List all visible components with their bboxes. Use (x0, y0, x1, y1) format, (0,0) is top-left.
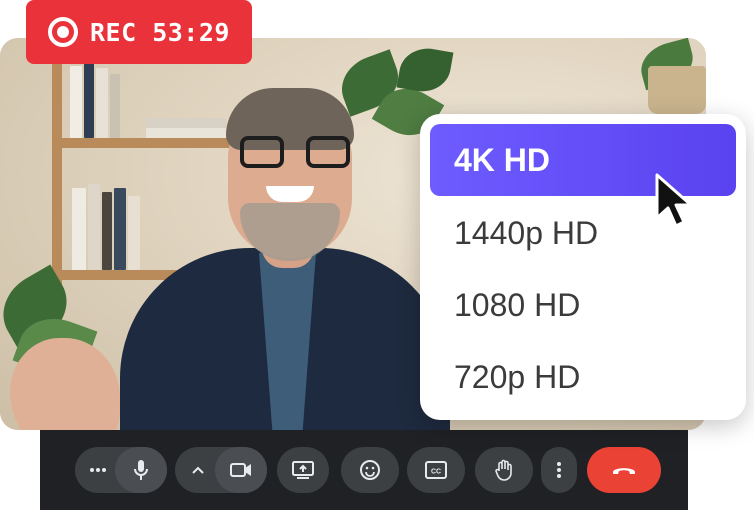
present-screen-button[interactable] (277, 447, 329, 493)
mouse-cursor-icon (653, 172, 701, 230)
record-icon (48, 17, 78, 47)
microphone-control (75, 447, 167, 493)
book (70, 66, 82, 138)
camera-icon (230, 462, 252, 478)
meeting-toolbar: CC (40, 430, 688, 510)
chevron-up-icon (192, 466, 204, 474)
microphone-icon (133, 459, 149, 481)
more-vert-icon (556, 461, 562, 479)
book (114, 188, 126, 270)
recording-badge: REC 53:29 (26, 0, 252, 64)
end-call-icon (611, 464, 637, 476)
end-call-button[interactable] (587, 447, 661, 493)
resolution-option-720p[interactable]: 720p HD (430, 342, 736, 412)
book (72, 188, 86, 270)
bookshelf-shelf (56, 138, 246, 148)
glasses-left (240, 136, 284, 168)
resolution-menu: 4K HD 1440p HD 1080 HD 720p HD (420, 114, 746, 420)
camera-control (175, 447, 267, 493)
resolution-option-label: 720p HD (454, 358, 581, 395)
book (96, 68, 108, 138)
book (110, 74, 120, 138)
book (88, 184, 100, 270)
book (146, 128, 226, 138)
emoji-icon (359, 459, 381, 481)
emoji-reaction-button[interactable] (341, 447, 399, 493)
book (146, 118, 226, 128)
present-screen-icon (292, 461, 314, 479)
more-options-icon (89, 467, 107, 473)
raise-hand-button[interactable] (475, 447, 533, 493)
resolution-option-1080[interactable]: 1080 HD (430, 270, 736, 340)
svg-text:CC: CC (431, 469, 441, 476)
book (128, 196, 140, 270)
raise-hand-icon (494, 459, 514, 481)
camera-button[interactable] (215, 447, 267, 493)
book (84, 62, 94, 138)
captions-icon: CC (425, 461, 447, 479)
microphone-button[interactable] (115, 447, 167, 493)
more-vert-button[interactable] (541, 447, 577, 493)
plant-pot (648, 66, 706, 114)
resolution-option-label: 1440p HD (454, 214, 599, 251)
captions-button[interactable]: CC (407, 447, 465, 493)
recording-timer: REC 53:29 (90, 17, 230, 47)
resolution-option-label: 1080 HD (454, 286, 581, 323)
book (102, 192, 112, 270)
resolution-option-label: 4K HD (454, 141, 551, 178)
glasses-right (306, 136, 350, 168)
